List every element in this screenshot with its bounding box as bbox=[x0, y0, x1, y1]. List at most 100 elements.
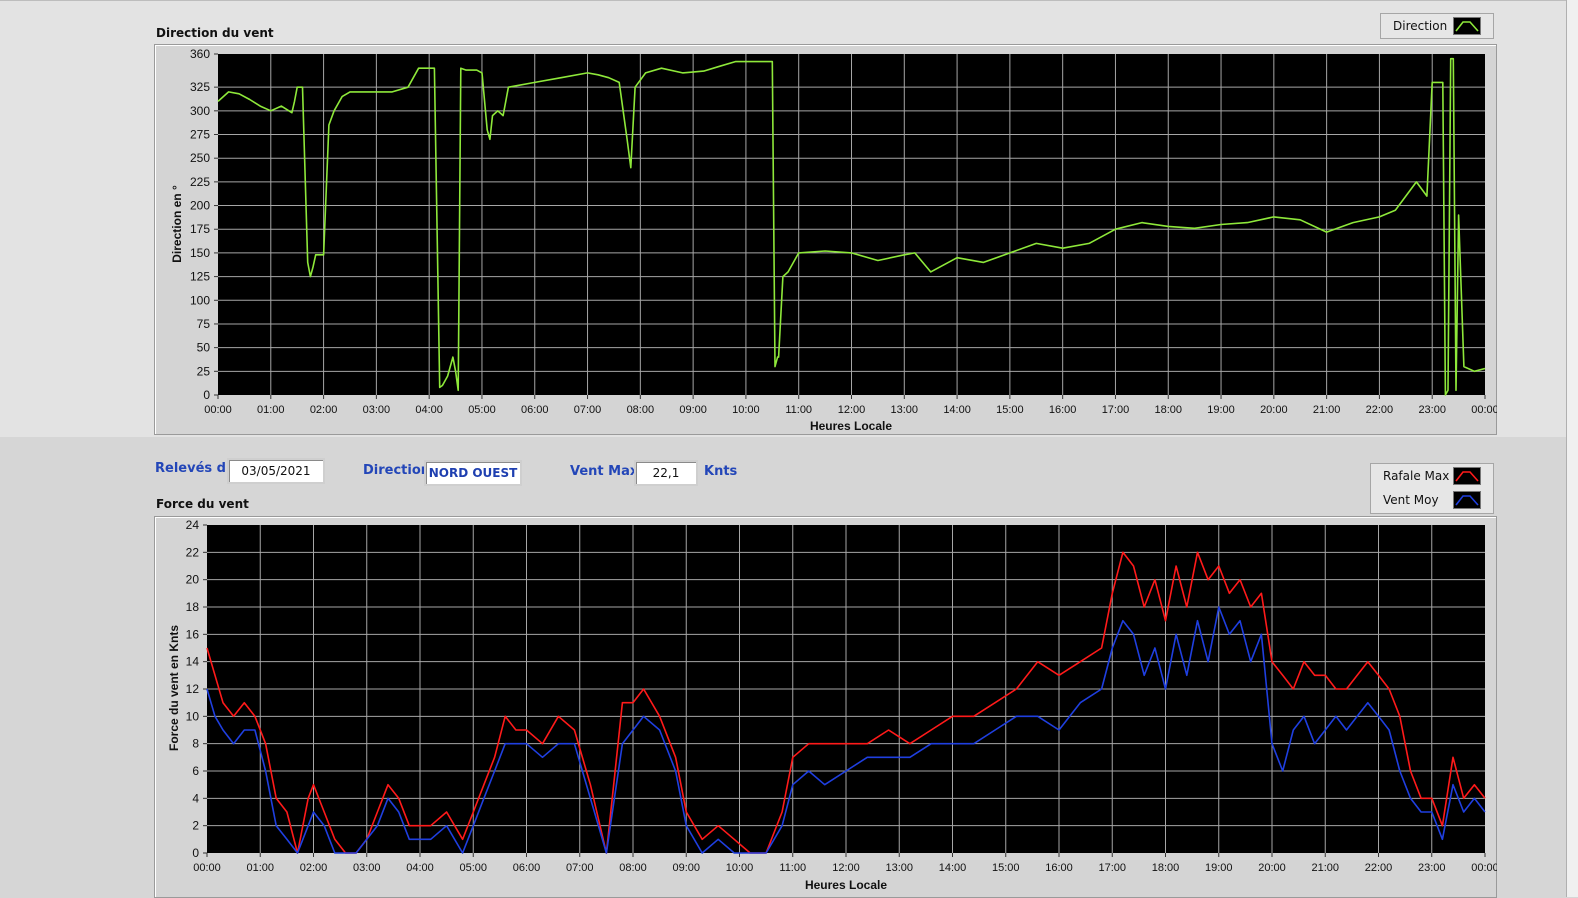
direction-y-tick-label: 200 bbox=[190, 199, 210, 213]
direction-x-tick-label: 14:00 bbox=[943, 404, 971, 416]
force-x-tick-label: 14:00 bbox=[939, 862, 967, 874]
force-y-tick-label: 10 bbox=[186, 709, 200, 723]
force-y-axis-label: Force du vent en Knts bbox=[167, 625, 181, 751]
direction-x-tick-label: 09:00 bbox=[679, 404, 707, 416]
force-y-tick-label: 16 bbox=[186, 627, 200, 641]
direction-x-tick-label: 12:00 bbox=[838, 404, 866, 416]
direction-x-tick-label: 22:00 bbox=[1366, 404, 1394, 416]
force-x-tick-label: 08:00 bbox=[619, 862, 647, 874]
direction-x-tick-label: 08:00 bbox=[627, 404, 655, 416]
force-x-tick-label: 04:00 bbox=[406, 862, 434, 874]
window-right-edge bbox=[1566, 0, 1578, 897]
force-x-tick-label: 22:00 bbox=[1365, 862, 1393, 874]
force-x-tick-label: 12:00 bbox=[832, 862, 860, 874]
direction-y-tick-label: 225 bbox=[190, 175, 210, 189]
legend-swatch-direction bbox=[1453, 17, 1481, 35]
direction-x-tick-label: 00:00 bbox=[1471, 404, 1497, 416]
force-chart[interactable]: 00:00 01:00 02:00 03:00 04:00 05:00 06:00 07:00… bbox=[154, 516, 1497, 897]
force-x-tick-label: 19:00 bbox=[1205, 862, 1233, 874]
direction-y-tick-label: 360 bbox=[190, 47, 210, 61]
force-x-tick-label: 02:00 bbox=[300, 862, 328, 874]
force-x-tick-label: 13:00 bbox=[885, 862, 913, 874]
force-x-tick-label: 21:00 bbox=[1311, 862, 1339, 874]
force-y-tick-label: 0 bbox=[192, 846, 199, 860]
direction-x-tick-label: 13:00 bbox=[891, 404, 919, 416]
direction-chart[interactable]: 00:00 01:00 02:00 03:00 04:00 05:00 06:00 07:00… bbox=[154, 44, 1497, 435]
force-chart-title: Force du vent bbox=[156, 497, 249, 511]
force-y-tick-label: 24 bbox=[186, 518, 200, 532]
force-x-tick-label: 20:00 bbox=[1258, 862, 1286, 874]
direction-chart-title: Direction du vent bbox=[156, 26, 274, 40]
legend-label-vent-moy: Vent Moy bbox=[1383, 493, 1439, 507]
direction-y-tick-label: 325 bbox=[190, 80, 210, 94]
force-y-tick-label: 4 bbox=[192, 791, 199, 805]
force-y-tick-label: 6 bbox=[192, 764, 199, 778]
direction-y-tick-label: 50 bbox=[197, 341, 211, 355]
force-y-tick-label: 2 bbox=[192, 819, 199, 833]
direction-x-tick-label: 15:00 bbox=[996, 404, 1024, 416]
force-x-tick-label: 16:00 bbox=[1045, 862, 1073, 874]
direction-y-axis-label: Direction en ° bbox=[170, 185, 184, 263]
direction-label: Direction bbox=[363, 463, 431, 478]
force-x-tick-label: 07:00 bbox=[566, 862, 594, 874]
direction-x-tick-label: 16:00 bbox=[1049, 404, 1077, 416]
releves-label: Relevés du bbox=[155, 461, 236, 476]
force-x-tick-label: 00:00 bbox=[1471, 862, 1497, 874]
direction-x-tick-label: 07:00 bbox=[574, 404, 602, 416]
direction-y-tick-label: 25 bbox=[197, 364, 211, 378]
vent-max-label: Vent Max bbox=[570, 464, 639, 479]
legend-label-rafale: Rafale Max bbox=[1383, 469, 1450, 483]
force-x-tick-label: 09:00 bbox=[672, 862, 700, 874]
direction-value-field[interactable]: NORD OUEST bbox=[424, 460, 522, 486]
legend-swatch-rafale bbox=[1453, 467, 1481, 485]
vent-max-field[interactable]: 22,1 bbox=[634, 460, 698, 486]
vent-max-unit: Knts bbox=[704, 464, 738, 479]
force-x-tick-label: 17:00 bbox=[1098, 862, 1126, 874]
direction-y-tick-label: 275 bbox=[190, 128, 210, 142]
force-x-tick-label: 15:00 bbox=[992, 862, 1020, 874]
direction-y-tick-label: 175 bbox=[190, 222, 210, 236]
direction-x-tick-label: 10:00 bbox=[732, 404, 760, 416]
force-y-tick-label: 8 bbox=[192, 737, 199, 751]
direction-y-tick-label: 100 bbox=[190, 293, 210, 307]
direction-x-tick-label: 18:00 bbox=[1154, 404, 1182, 416]
direction-y-tick-label: 250 bbox=[190, 151, 210, 165]
legend-swatch-vent-moy bbox=[1453, 491, 1481, 509]
releves-date-field[interactable]: 03/05/2021 bbox=[227, 458, 325, 484]
force-x-tick-label: 11:00 bbox=[779, 862, 806, 874]
direction-y-tick-label: 0 bbox=[203, 388, 210, 402]
direction-x-tick-label: 01:00 bbox=[257, 404, 285, 416]
direction-x-tick-label: 17:00 bbox=[1102, 404, 1130, 416]
direction-x-tick-label: 06:00 bbox=[521, 404, 549, 416]
direction-x-tick-label: 00:00 bbox=[204, 404, 232, 416]
force-x-tick-label: 23:00 bbox=[1418, 862, 1446, 874]
legend-label-direction: Direction bbox=[1393, 19, 1448, 33]
direction-x-tick-label: 23:00 bbox=[1418, 404, 1446, 416]
direction-x-tick-label: 03:00 bbox=[363, 404, 391, 416]
direction-legend[interactable]: Direction bbox=[1380, 13, 1494, 39]
force-y-tick-label: 22 bbox=[186, 545, 200, 559]
direction-y-tick-label: 150 bbox=[190, 246, 210, 260]
direction-x-axis-label: Heures Locale bbox=[810, 419, 892, 433]
force-x-tick-label: 18:00 bbox=[1152, 862, 1180, 874]
direction-x-tick-label: 21:00 bbox=[1313, 404, 1341, 416]
direction-y-tick-label: 125 bbox=[190, 270, 210, 284]
direction-x-tick-label: 11:00 bbox=[785, 404, 812, 416]
force-x-tick-label: 06:00 bbox=[513, 862, 541, 874]
force-y-tick-label: 12 bbox=[186, 682, 200, 696]
force-x-tick-label: 01:00 bbox=[246, 862, 274, 874]
force-x-tick-label: 05:00 bbox=[459, 862, 487, 874]
direction-x-tick-label: 04:00 bbox=[415, 404, 443, 416]
force-y-tick-label: 14 bbox=[186, 655, 200, 669]
force-legend[interactable]: Rafale Max Vent Moy bbox=[1370, 463, 1494, 514]
force-x-tick-label: 10:00 bbox=[726, 862, 754, 874]
force-x-tick-label: 03:00 bbox=[353, 862, 381, 874]
force-x-axis-label: Heures Locale bbox=[805, 878, 887, 892]
force-x-tick-label: 00:00 bbox=[193, 862, 221, 874]
direction-y-tick-label: 300 bbox=[190, 104, 210, 118]
direction-x-tick-label: 19:00 bbox=[1207, 404, 1235, 416]
direction-y-tick-label: 75 bbox=[197, 317, 211, 331]
direction-x-tick-label: 05:00 bbox=[468, 404, 496, 416]
direction-x-tick-label: 02:00 bbox=[310, 404, 338, 416]
direction-x-tick-label: 20:00 bbox=[1260, 404, 1288, 416]
